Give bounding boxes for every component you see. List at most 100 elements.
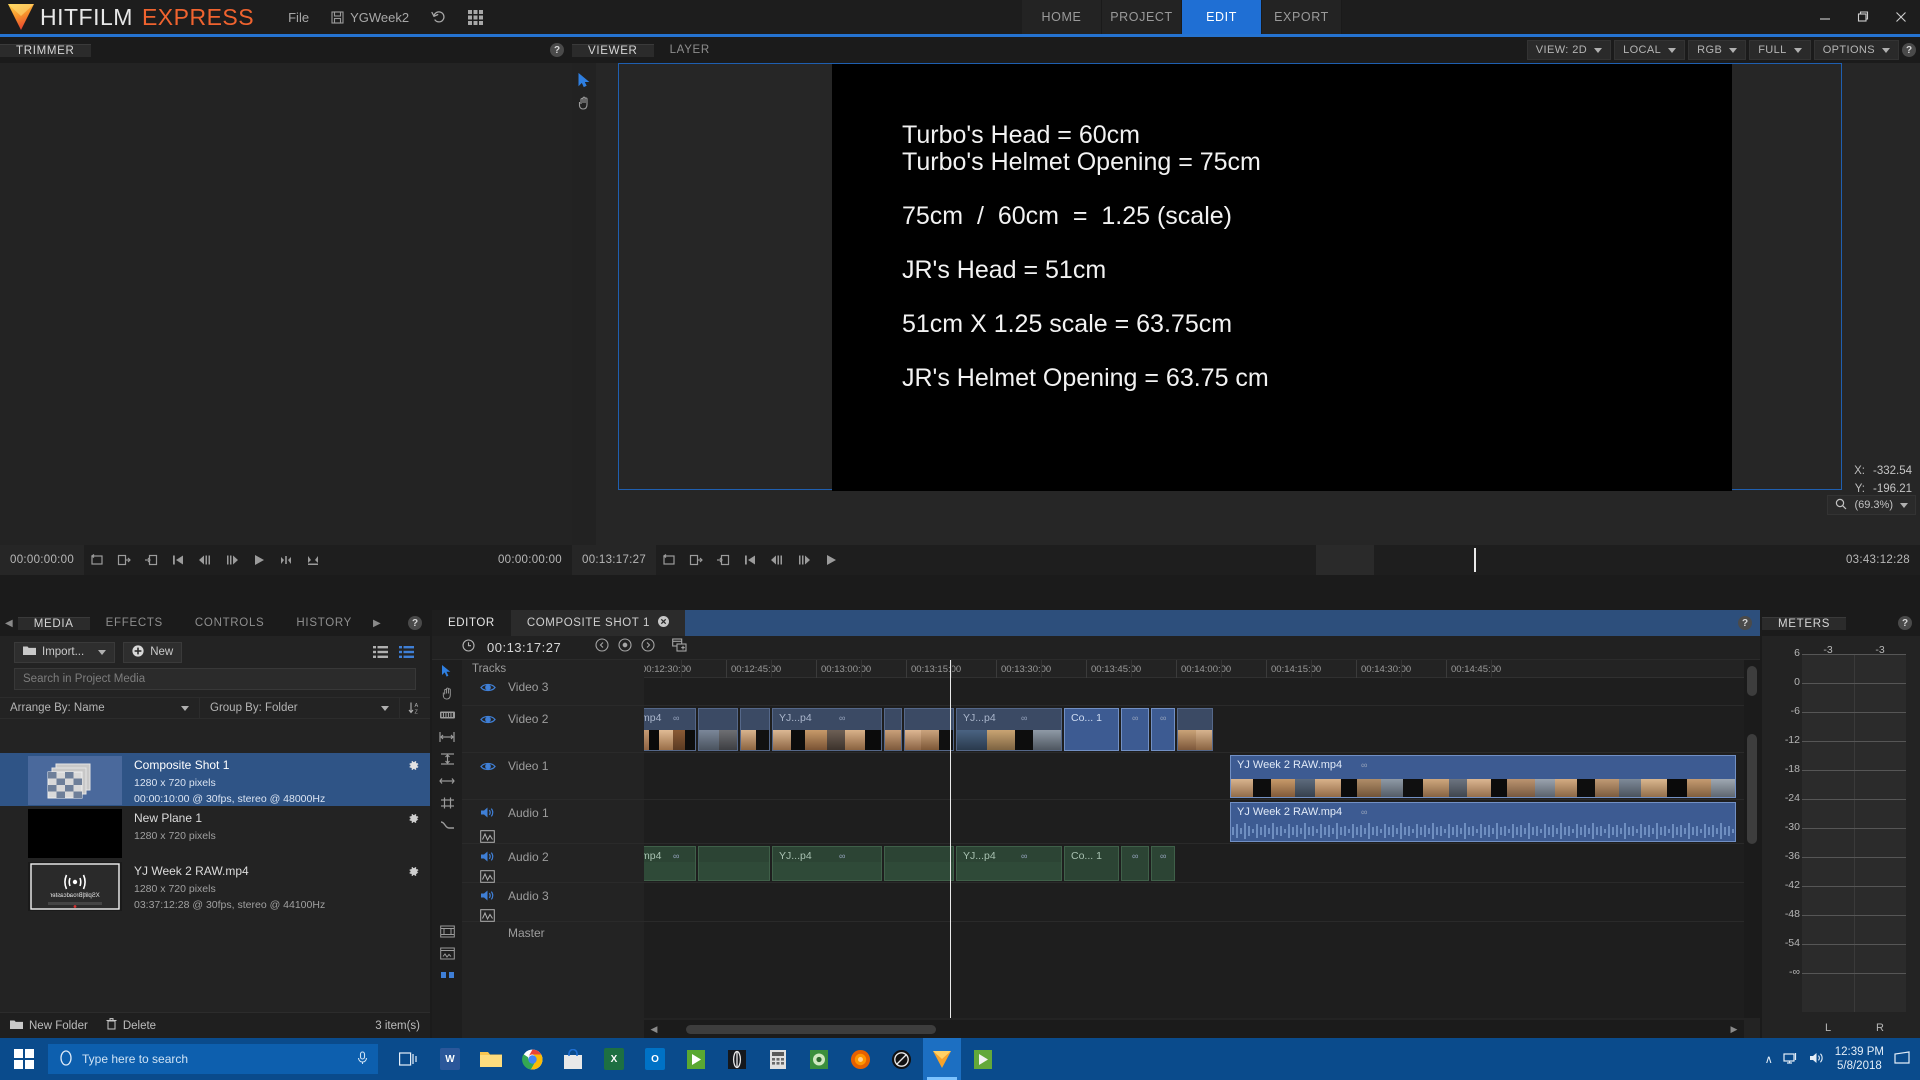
go-start-icon[interactable]: [741, 552, 758, 569]
close-icon[interactable]: [657, 616, 669, 630]
undo-button[interactable]: [431, 10, 446, 24]
track-lane-video-3[interactable]: [644, 678, 1744, 706]
set-in-icon[interactable]: [687, 552, 704, 569]
track-header-video-2[interactable]: Video 2: [462, 706, 644, 753]
taskbar-app-excel[interactable]: X: [595, 1038, 633, 1080]
microphone-icon[interactable]: [357, 1050, 368, 1068]
select-tool-icon[interactable]: [432, 660, 462, 682]
tab-history[interactable]: HISTORY: [280, 617, 369, 629]
action-center-icon[interactable]: [1894, 1050, 1910, 1068]
tabs-scroll-left-icon[interactable]: ◀: [0, 618, 18, 629]
tab-viewer[interactable]: VIEWER: [572, 43, 654, 57]
timeline-clip[interactable]: mp4 ∞: [644, 708, 696, 751]
timeline-clip[interactable]: ∞: [1151, 846, 1175, 881]
timeline-clip[interactable]: [698, 846, 770, 881]
select-tool-icon[interactable]: [572, 69, 596, 91]
speaker-icon[interactable]: [480, 889, 495, 907]
timeline-tracks-area[interactable]: 00:12:30:00 00:12:45:00 00:13:00:00 00:1…: [644, 660, 1744, 1018]
tray-expand-icon[interactable]: ∧: [1765, 1053, 1773, 1066]
viewer-timecode-left[interactable]: 00:13:17:27: [572, 545, 657, 575]
new-folder-button[interactable]: New Folder: [10, 1019, 88, 1033]
track-lane-video-2[interactable]: mp4 ∞: [644, 706, 1744, 753]
set-out-icon[interactable]: [714, 552, 731, 569]
timeline-vertical-scrollbar[interactable]: [1744, 660, 1760, 1018]
timeline-clip[interactable]: YJ...p4 ∞: [956, 846, 1062, 881]
options-dropdown[interactable]: OPTIONS: [1813, 40, 1899, 60]
minimize-icon[interactable]: [1806, 0, 1844, 34]
close-icon[interactable]: [1882, 0, 1920, 34]
taskbar-app-chrome[interactable]: [513, 1038, 551, 1080]
taskbar-app-green-1[interactable]: [677, 1038, 715, 1080]
timeline-playhead-timecode[interactable]: 00:13:17:27: [487, 640, 561, 655]
timeline-clip[interactable]: [740, 708, 770, 751]
go-start-icon[interactable]: [169, 552, 186, 569]
tab-layer[interactable]: LAYER: [653, 44, 726, 56]
help-icon[interactable]: ?: [1902, 43, 1916, 57]
overwrite-icon[interactable]: [304, 552, 321, 569]
media-item-composite-shot-1[interactable]: Composite Shot 1 1280 x 720 pixels 00:00…: [0, 753, 430, 806]
menu-project-name[interactable]: YGWeek2: [331, 10, 409, 25]
scroll-right-icon[interactable]: ▶: [1724, 1024, 1744, 1035]
audio-track-filter-icon[interactable]: [432, 942, 462, 964]
gear-icon[interactable]: [407, 759, 420, 777]
play-icon[interactable]: [250, 552, 267, 569]
gear-icon[interactable]: [407, 865, 420, 883]
tab-trimmer[interactable]: TRIMMER: [0, 43, 91, 57]
next-keyframe-icon[interactable]: [641, 638, 655, 657]
timeline-clip-selected[interactable]: Co... 1: [1064, 708, 1119, 751]
viewer-canvas-area[interactable]: Turbo's Head = 60cm Turbo's Helmet Openi…: [596, 63, 1920, 545]
new-button[interactable]: New: [123, 641, 183, 663]
media-item-new-plane-1[interactable]: New Plane 1 1280 x 720 pixels: [0, 806, 430, 859]
nav-tab-export[interactable]: EXPORT: [1262, 0, 1342, 34]
taskbar-app-calculator[interactable]: [759, 1038, 797, 1080]
quality-dropdown[interactable]: FULL: [1749, 40, 1811, 60]
start-button-icon[interactable]: [0, 1038, 48, 1080]
channel-dropdown[interactable]: RGB: [1688, 40, 1747, 60]
timeline-clip-selected[interactable]: YJ Week 2 RAW.mp4 ∞: [1230, 755, 1736, 798]
taskbar-app-file-explorer[interactable]: [472, 1038, 510, 1080]
tab-effects[interactable]: EFFECTS: [89, 617, 179, 629]
track-lane-audio-3[interactable]: [644, 883, 1744, 922]
ripple-tool-icon[interactable]: [432, 770, 462, 792]
viewer-scrub-handle[interactable]: [1316, 545, 1374, 575]
network-icon[interactable]: [1783, 1051, 1799, 1068]
media-item-yj-week-2-raw[interactable]: XSplit|Broadcaster YJ Week 2 RAW.mp4 128…: [0, 859, 430, 912]
speaker-icon[interactable]: [480, 806, 495, 824]
nav-tab-project[interactable]: PROJECT: [1102, 0, 1182, 34]
taskbar-clock[interactable]: 12:39 PM 5/8/2018: [1835, 1045, 1884, 1074]
workspace-grid-button[interactable]: [468, 9, 484, 25]
taskbar-app-store[interactable]: [554, 1038, 592, 1080]
help-icon[interactable]: ?: [550, 43, 564, 57]
track-lane-master[interactable]: [644, 922, 1744, 950]
taskbar-search[interactable]: Type here to search: [48, 1044, 378, 1074]
curve-tool-icon[interactable]: [432, 814, 462, 836]
taskbar-app-firefox[interactable]: [841, 1038, 879, 1080]
nav-tab-home[interactable]: HOME: [1022, 0, 1102, 34]
taskbar-app-word[interactable]: W: [431, 1038, 469, 1080]
import-button[interactable]: Import...: [14, 641, 116, 663]
tab-meters[interactable]: METERS: [1762, 616, 1847, 630]
track-lane-audio-1[interactable]: YJ Week 2 RAW.mp4 ∞: [644, 800, 1744, 844]
taskbar-app-green-3[interactable]: [964, 1038, 1002, 1080]
menu-file[interactable]: File: [288, 10, 309, 25]
help-icon[interactable]: ?: [1738, 616, 1752, 630]
search-input[interactable]: [23, 673, 407, 685]
timeline-clip-selected[interactable]: YJ Week 2 RAW.mp4 ∞: [1230, 802, 1736, 842]
sort-direction-button[interactable]: A Z: [400, 701, 430, 715]
taskbar-app-outlook[interactable]: O: [636, 1038, 674, 1080]
eye-icon[interactable]: [480, 680, 496, 698]
slide-tool-icon[interactable]: [432, 726, 462, 748]
pan-tool-icon[interactable]: [572, 91, 596, 113]
next-frame-icon[interactable]: [223, 552, 240, 569]
detail-view-icon[interactable]: [396, 643, 416, 661]
video-track-filter-icon[interactable]: [432, 920, 462, 942]
coordinate-space-dropdown[interactable]: LOCAL: [1614, 40, 1686, 60]
zoom-level-dropdown[interactable]: (69.3%): [1827, 495, 1916, 515]
timeline-clip[interactable]: YJ...p4 ∞: [772, 708, 882, 751]
track-lane-audio-2[interactable]: mp4 ∞ YJ...p4 ∞ YJ...p4 ∞: [644, 844, 1744, 883]
loop-icon[interactable]: [88, 552, 105, 569]
slip-tool-icon[interactable]: [432, 704, 462, 726]
timeline-playhead[interactable]: [950, 660, 951, 1018]
eye-icon[interactable]: [480, 712, 496, 730]
set-in-icon[interactable]: [115, 552, 132, 569]
